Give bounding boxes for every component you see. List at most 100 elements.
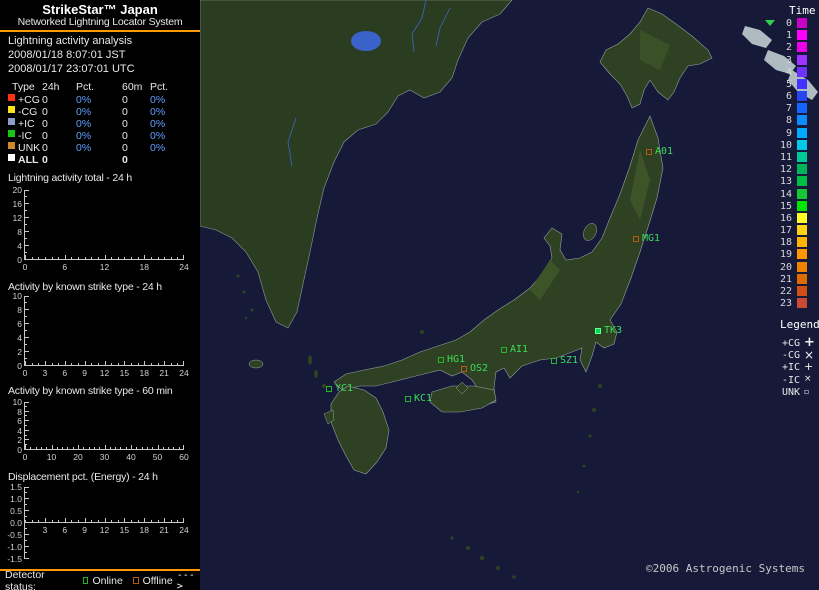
x-minor-tick [177, 520, 178, 523]
copyright-text: ©2006 Astrogenic Systems [646, 562, 805, 575]
x-minor-tick [136, 447, 137, 450]
type-color-icon [8, 118, 15, 125]
type-row--cg: -CG00%00% [0, 106, 200, 118]
y-tick-label: 4 [0, 333, 22, 343]
hour-label: 21 [763, 274, 792, 285]
x-minor-tick [71, 257, 72, 260]
y-minor-tick [25, 406, 27, 407]
x-minor-tick [131, 257, 132, 260]
hour-color-swatch-icon [797, 42, 807, 52]
y-minor-tick [25, 430, 27, 431]
pct-60m: 0% [150, 130, 165, 142]
strike-symbol-icon: × [804, 374, 812, 384]
x-tick [183, 361, 184, 366]
y-minor-tick [25, 245, 27, 246]
x-minor-tick [168, 447, 169, 450]
type-label: -IC [18, 130, 32, 142]
map-image [200, 0, 819, 590]
x-tick [25, 445, 26, 450]
y-minor-tick [25, 420, 27, 421]
time-legend-row: 2 [763, 42, 819, 53]
count-60m: 0 [122, 118, 128, 130]
time-legend-row: 22 [763, 286, 819, 297]
type-color-icon [8, 106, 15, 113]
time-legend-row: 12 [763, 164, 819, 175]
count-60m: 0 [122, 142, 128, 154]
hour-label: 0 [763, 18, 792, 29]
y-minor-tick [25, 540, 27, 541]
y-minor-tick [25, 415, 27, 416]
x-minor-tick [94, 447, 95, 450]
time-legend-row: 6 [763, 91, 819, 102]
y-minor-tick [25, 558, 27, 559]
type-label: -CG [18, 106, 37, 118]
hour-label: 18 [763, 237, 792, 248]
count-24h: 0 [42, 106, 48, 118]
hour-color-swatch-icon [797, 67, 807, 77]
x-minor-tick [118, 363, 119, 366]
type-row-+ic: +IC00%00% [0, 118, 200, 130]
status-scroll-arrow[interactable]: ---> [177, 570, 195, 590]
station-label: YC1 [335, 383, 353, 394]
y-minor-tick [25, 330, 27, 331]
y-minor-tick [25, 528, 27, 529]
x-tick [105, 255, 106, 260]
timestamp-jst: 2008/01/18 8:07:01 JST [8, 49, 125, 61]
pct-60m: 0% [150, 94, 165, 106]
x-minor-tick [78, 520, 79, 523]
station-status-icon [438, 357, 444, 363]
y-tick-label: 4 [0, 426, 22, 436]
hour-label: 5 [763, 79, 792, 90]
y-tick-label: -1.0 [0, 542, 22, 552]
hour-color-swatch-icon [797, 55, 807, 65]
y-minor-tick [25, 435, 27, 436]
sidebar: StrikeStar™ Japan Networked Lightning Lo… [0, 0, 200, 590]
time-legend-row: 15 [763, 201, 819, 212]
hour-color-swatch-icon [797, 189, 807, 199]
x-minor-tick [131, 520, 132, 523]
hour-label: 11 [763, 152, 792, 163]
chart-plot-area: 04812162006121824 [24, 190, 183, 260]
time-legend-row: 14 [763, 189, 819, 200]
hour-color-swatch-icon [797, 274, 807, 284]
x-minor-tick [163, 447, 164, 450]
x-minor-tick [83, 447, 84, 450]
x-tick [144, 518, 145, 523]
x-tick-label: 6 [53, 262, 77, 272]
app-title: StrikeStar™ Japan [0, 2, 200, 17]
y-minor-tick [25, 411, 27, 412]
y-minor-tick [25, 203, 27, 204]
y-minor-tick [25, 510, 27, 511]
app-header: StrikeStar™ Japan Networked Lightning Lo… [0, 0, 200, 32]
hour-color-swatch-icon [797, 176, 807, 186]
x-minor-tick [98, 520, 99, 523]
x-minor-tick [52, 520, 53, 523]
legend-item-label: -CG [758, 350, 800, 361]
chart-plot-area: 02468100102030405060 [24, 402, 183, 450]
y-tick-label: 1.5 [0, 482, 22, 492]
chart-title: Displacement pct. (Energy) - 24 h [8, 471, 158, 483]
y-tick-label: 0.0 [0, 518, 22, 528]
online-indicator-icon [83, 577, 89, 584]
hour-label: 9 [763, 128, 792, 139]
y-minor-tick [25, 238, 27, 239]
x-minor-tick [38, 363, 39, 366]
x-tick [183, 518, 184, 523]
station-status-icon [405, 396, 411, 402]
type-row-all: ALL00 [0, 154, 200, 166]
x-tick [65, 361, 66, 366]
table-header-row: Type24hPct.60mPct. [0, 81, 200, 93]
station-label: SZ1 [560, 355, 578, 366]
x-minor-tick [111, 363, 112, 366]
time-legend-row: 13 [763, 176, 819, 187]
pct-24h: 0% [76, 130, 91, 142]
hour-label: 23 [763, 298, 792, 309]
x-tick [25, 255, 26, 260]
count-60m: 0 [122, 94, 128, 106]
y-minor-tick [25, 425, 27, 426]
hour-label: 20 [763, 262, 792, 273]
y-tick-label: 6 [0, 319, 22, 329]
x-minor-tick [158, 257, 159, 260]
time-legend-row: 17 [763, 225, 819, 236]
count-24h: 0 [42, 130, 48, 142]
